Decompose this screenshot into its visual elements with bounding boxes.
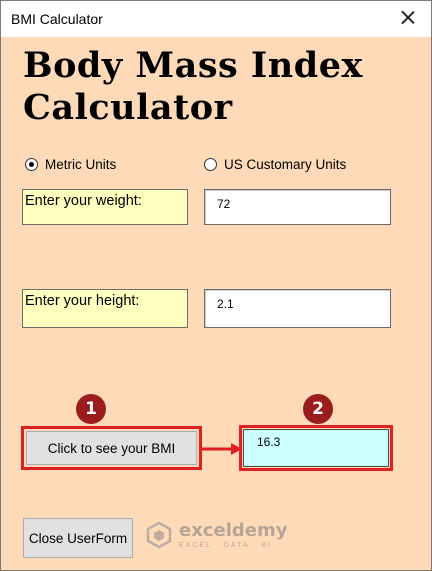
form-heading: Body Mass Index Calculator [23, 45, 423, 129]
close-userform-button[interactable]: Close UserForm [23, 518, 133, 558]
step-badge-1: 1 [76, 394, 106, 424]
weight-label: Enter your weight: [22, 189, 188, 225]
userform-window: BMI Calculator Body Mass Index Calculato… [0, 0, 432, 571]
step-badge-2: 2 [303, 394, 333, 424]
calc-bmi-button[interactable]: Click to see your BMI [26, 431, 197, 465]
heading-line-1: Body Mass Index [23, 45, 363, 86]
title-bar: BMI Calculator [1, 1, 431, 37]
bmi-result-field: 16.3 [243, 429, 389, 467]
weight-input[interactable]: 72 [204, 189, 391, 225]
exceldemy-logo-icon [146, 521, 172, 549]
us-units-label: US Customary Units [224, 156, 347, 172]
watermark-name: exceldemy [179, 519, 288, 541]
us-units-radio[interactable]: US Customary Units [204, 155, 346, 173]
heading-line-2: Calculator [23, 87, 233, 128]
close-icon[interactable] [397, 7, 419, 29]
metric-units-label: Metric Units [45, 156, 117, 172]
arrow-icon [202, 443, 242, 455]
height-input[interactable]: 2.1 [204, 289, 391, 328]
metric-units-radio[interactable]: Metric Units [25, 155, 116, 173]
radio-selected-icon [25, 157, 38, 171]
radio-unselected-icon [204, 157, 217, 171]
watermark-tagline: EXCEL · DATA · BI [179, 541, 272, 549]
height-label: Enter your height: [22, 289, 188, 328]
window-title: BMI Calculator [11, 11, 103, 27]
exceldemy-watermark: exceldemy EXCEL · DATA · BI [145, 521, 287, 549]
